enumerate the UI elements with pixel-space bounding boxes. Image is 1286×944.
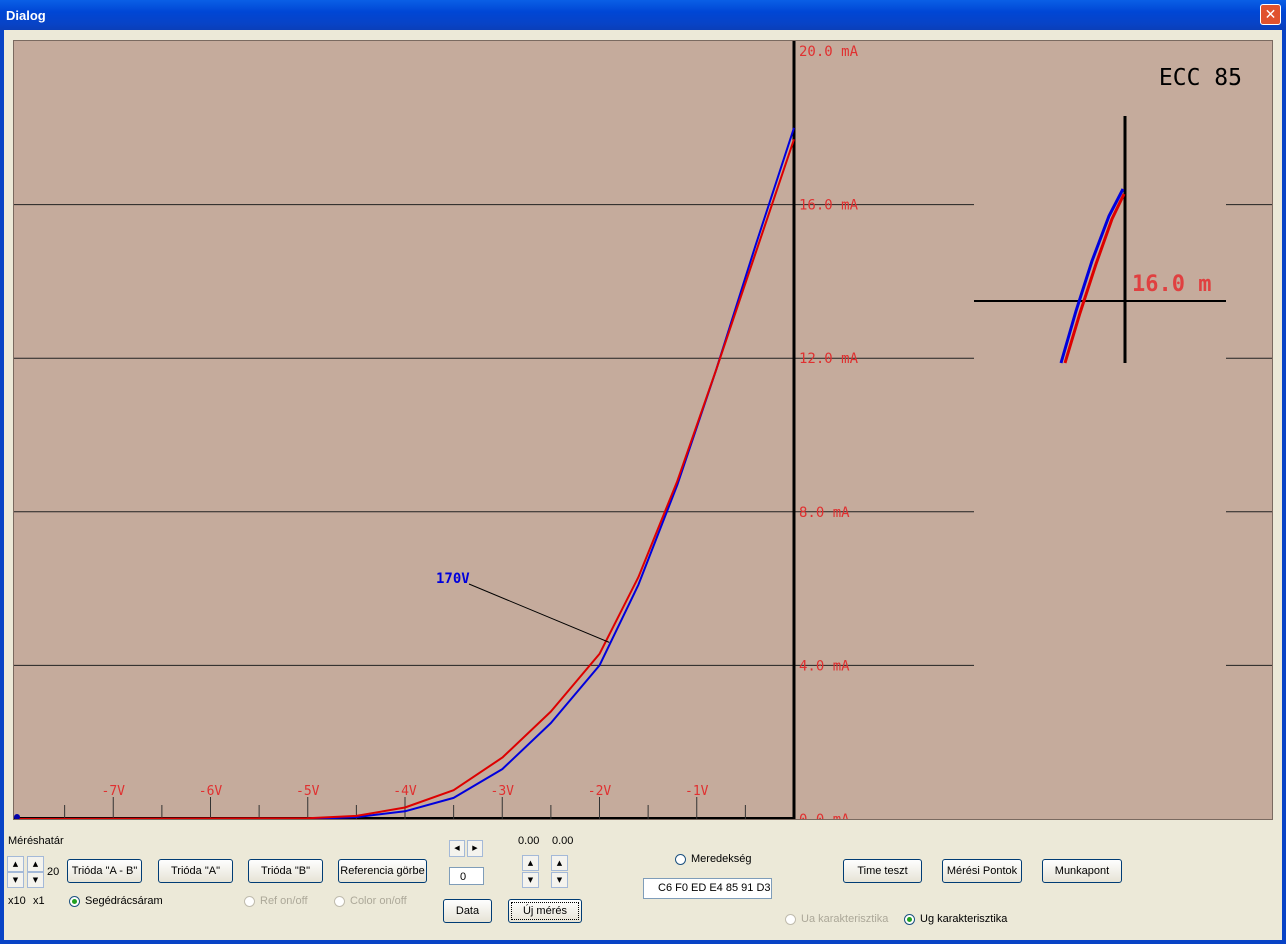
range-value: 20 [47, 866, 60, 878]
segedracsaram-label: Segédrácsáram [85, 895, 163, 907]
ug-karakterisztika-radio[interactable] [904, 914, 915, 925]
x1-label: x1 [33, 895, 45, 907]
time-teszt-button[interactable]: Time teszt [843, 859, 922, 883]
range-up-x10[interactable]: ▲ [7, 856, 24, 872]
inset-red-curve [1063, 193, 1126, 364]
trioda-b-button[interactable]: Trióda "B" [248, 859, 323, 883]
color-onoff-radio[interactable] [334, 896, 345, 907]
x-tick-label: -7V [102, 784, 126, 799]
inset-label: 16.0 m [1132, 272, 1211, 297]
ug-karakterisztika-label: Ug karakterisztika [920, 913, 1008, 925]
value1-up[interactable]: ▲ [522, 855, 539, 871]
counter-left-arrow[interactable]: ◀ [449, 840, 465, 857]
chart-svg: -7V -6V -5V -4V -3V -2V -1V 0.0 mA 4.0 mA 8.0 mA 1… [14, 41, 1272, 819]
chart-title: ECC 85 [1159, 65, 1242, 91]
hex-field[interactable]: C6 F0 ED E4 85 91 D3 [643, 878, 772, 899]
range-down-x1[interactable]: ▼ [27, 872, 44, 888]
color-onoff-label: Color on/off [350, 895, 407, 907]
x-tick-label: -1V [685, 784, 709, 799]
x-tick-label: -6V [199, 784, 223, 799]
value-1: 0.00 [518, 835, 540, 847]
x-tick-label: -5V [296, 784, 320, 799]
referencia-gorbe-button[interactable]: Referencia görbe [338, 859, 427, 883]
counter-right-arrow[interactable]: ▶ [467, 840, 483, 857]
y-tick-label: 16.0 mA [799, 198, 859, 214]
trioda-ab-button[interactable]: Trióda "A - B" [67, 859, 142, 883]
segedracsaram-radio[interactable] [69, 896, 80, 907]
meredekseg-label: Meredekség [691, 853, 752, 865]
uj-meres-button[interactable]: Új mérés [508, 899, 582, 923]
x-tick-label: -4V [393, 784, 417, 799]
value2-down[interactable]: ▼ [551, 872, 568, 888]
origin-marker [14, 814, 20, 819]
series-line-blue [16, 127, 795, 819]
munkapont-button[interactable]: Munkapont [1042, 859, 1122, 883]
annotation-leader [468, 583, 610, 643]
ref-onoff-radio[interactable] [244, 896, 255, 907]
range-down-x10[interactable]: ▼ [7, 872, 24, 888]
ref-onoff-label: Ref on/off [260, 895, 308, 907]
annotation-170v: 170V [436, 571, 470, 587]
window-frame-left [0, 30, 4, 944]
x10-label: x10 [8, 895, 26, 907]
title-bar: Dialog ✕ [0, 0, 1286, 30]
y-tick-label: 4.0 mA [799, 658, 850, 674]
counter-field[interactable]: 0 [449, 867, 484, 885]
range-label: Méréshatár [8, 835, 64, 847]
window-frame-bottom [0, 940, 1286, 944]
plot-area: -7V -6V -5V -4V -3V -2V -1V 0.0 mA 4.0 mA 8.0 mA 1… [13, 40, 1273, 820]
close-icon[interactable]: ✕ [1260, 4, 1281, 25]
value1-down[interactable]: ▼ [522, 872, 539, 888]
ua-karakterisztika-label: Ua karakterisztika [801, 913, 889, 925]
window-frame-right [1282, 30, 1286, 944]
y-tick-label: 0.0 mA [799, 812, 850, 819]
y-tick-label: 20.0 mA [799, 44, 859, 60]
x-tick-label: -2V [588, 784, 612, 799]
window-title: Dialog [6, 8, 46, 23]
range-up-x1[interactable]: ▲ [27, 856, 44, 872]
ua-karakterisztika-radio[interactable] [785, 914, 796, 925]
data-button[interactable]: Data [443, 899, 492, 923]
x-tick-label: -3V [491, 784, 515, 799]
y-tick-label: 8.0 mA [799, 505, 850, 521]
trioda-a-button[interactable]: Trióda "A" [158, 859, 233, 883]
y-tick-label: 12.0 mA [799, 351, 859, 367]
value-2: 0.00 [552, 835, 574, 847]
meredekseg-radio[interactable] [675, 854, 686, 865]
series-line-red [15, 138, 795, 819]
meresi-pontok-button[interactable]: Mérési Pontok [942, 859, 1022, 883]
value2-up[interactable]: ▲ [551, 855, 568, 871]
